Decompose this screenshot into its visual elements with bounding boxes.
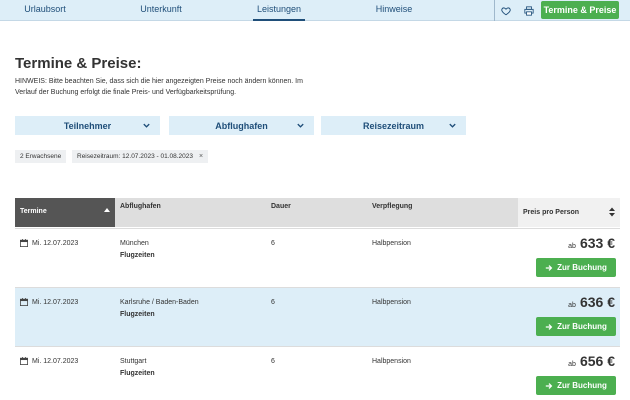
- price-prefix: ab: [568, 361, 576, 368]
- nav-divider: [494, 0, 495, 21]
- calendar-icon: [20, 239, 28, 247]
- top-nav: Urlaubsort Unterkunft Leistungen Hinweis…: [0, 0, 630, 21]
- calendar-icon: [20, 298, 28, 306]
- zur-buchung-button[interactable]: Zur Buchung: [536, 258, 616, 277]
- flugzeiten-link[interactable]: Flugzeiten: [120, 370, 155, 377]
- row-date: Mi. 12.07.2023: [32, 299, 79, 306]
- chevron-down-icon: [449, 123, 456, 128]
- price-value: 636 €: [579, 294, 615, 310]
- row-duration: 6: [271, 240, 275, 247]
- tab-urlaubsort[interactable]: Urlaubsort: [0, 0, 90, 21]
- arrow-right-icon: [545, 382, 553, 389]
- tag-reisezeitraum: Reisezeitraum: 12.07.2023 - 01.08.2023 ×: [72, 150, 209, 163]
- row-airport: Stuttgart: [120, 358, 147, 365]
- row-board: Halbpension: [372, 358, 411, 365]
- row-duration: 6: [271, 299, 275, 306]
- row-board: Halbpension: [372, 299, 411, 306]
- row-price: ab 656 €: [568, 353, 615, 369]
- heart-icon[interactable]: [496, 0, 516, 21]
- table-row: Mi. 12.07.2023 Karlsruhe / Baden-Baden F…: [15, 287, 620, 346]
- column-header-dauer: Dauer: [271, 203, 291, 210]
- column-header-preis[interactable]: Preis pro Person: [518, 198, 620, 227]
- flugzeiten-link[interactable]: Flugzeiten: [120, 311, 155, 318]
- button-label: Zur Buchung: [557, 322, 607, 331]
- row-price: ab 636 €: [568, 294, 615, 310]
- filter-label: Abflughafen: [215, 120, 268, 131]
- tab-unterkunft[interactable]: Unterkunft: [120, 0, 202, 21]
- tag-erwachsene: 2 Erwachsene: [15, 150, 67, 163]
- price-value: 656 €: [579, 353, 615, 369]
- button-label: Zur Buchung: [557, 263, 607, 272]
- tab-hinweise[interactable]: Hinweise: [362, 0, 426, 21]
- page-title: Termine & Preise:: [15, 55, 142, 72]
- row-airport: München: [120, 240, 149, 247]
- filter-teilnehmer[interactable]: Teilnehmer: [15, 116, 160, 135]
- arrow-right-icon: [545, 264, 553, 271]
- price-hint: HINWEIS: Bitte beachten Sie, dass sich d…: [15, 78, 303, 96]
- price-prefix: ab: [568, 302, 576, 309]
- sort-asc-icon: [104, 208, 110, 212]
- row-date: Mi. 12.07.2023: [32, 240, 79, 247]
- column-header-termine[interactable]: Termine: [15, 198, 115, 227]
- row-board: Halbpension: [372, 240, 411, 247]
- column-header-abflughafen: Abflughafen: [120, 203, 161, 210]
- button-label: Zur Buchung: [557, 381, 607, 390]
- filter-label: Teilnehmer: [63, 120, 112, 131]
- flugzeiten-link[interactable]: Flugzeiten: [120, 252, 155, 259]
- zur-buchung-button[interactable]: Zur Buchung: [536, 376, 616, 395]
- print-icon[interactable]: [519, 0, 539, 21]
- price-prefix: ab: [568, 243, 576, 250]
- row-duration: 6: [271, 358, 275, 365]
- zur-buchung-button[interactable]: Zur Buchung: [536, 317, 616, 336]
- tag-label: 2 Erwachsene: [20, 153, 62, 160]
- tag-label: Reisezeitraum: 12.07.2023 - 01.08.2023: [77, 153, 193, 160]
- price-value: 633 €: [579, 235, 615, 251]
- row-price: ab 633 €: [568, 235, 615, 251]
- calendar-icon: [20, 357, 28, 365]
- column-header-label: Termine: [20, 208, 47, 215]
- arrow-right-icon: [545, 323, 553, 330]
- table-row: Mi. 12.07.2023 Stuttgart Flugzeiten 6 Ha…: [15, 346, 620, 400]
- row-date: Mi. 12.07.2023: [32, 358, 79, 365]
- column-header-verpflegung: Verpflegung: [372, 203, 413, 210]
- table-header: Termine Abflughafen Dauer Verpflegung Pr…: [15, 198, 620, 227]
- tab-leistungen[interactable]: Leistungen: [253, 0, 305, 21]
- remove-tag-icon[interactable]: ×: [199, 153, 203, 160]
- chevron-down-icon: [143, 123, 150, 128]
- sort-icon: [609, 207, 615, 217]
- table-row: Mi. 12.07.2023 München Flugzeiten 6 Halb…: [15, 228, 620, 287]
- filter-reisezeitraum[interactable]: Reisezeitraum: [321, 116, 466, 135]
- filter-abflughafen[interactable]: Abflughafen: [169, 116, 314, 135]
- chevron-down-icon: [297, 123, 304, 128]
- row-airport: Karlsruhe / Baden-Baden: [120, 299, 199, 306]
- filter-label: Reisezeitraum: [362, 120, 425, 131]
- column-header-label: Preis pro Person: [523, 209, 580, 216]
- termine-preise-button[interactable]: Termine & Preise: [541, 1, 619, 19]
